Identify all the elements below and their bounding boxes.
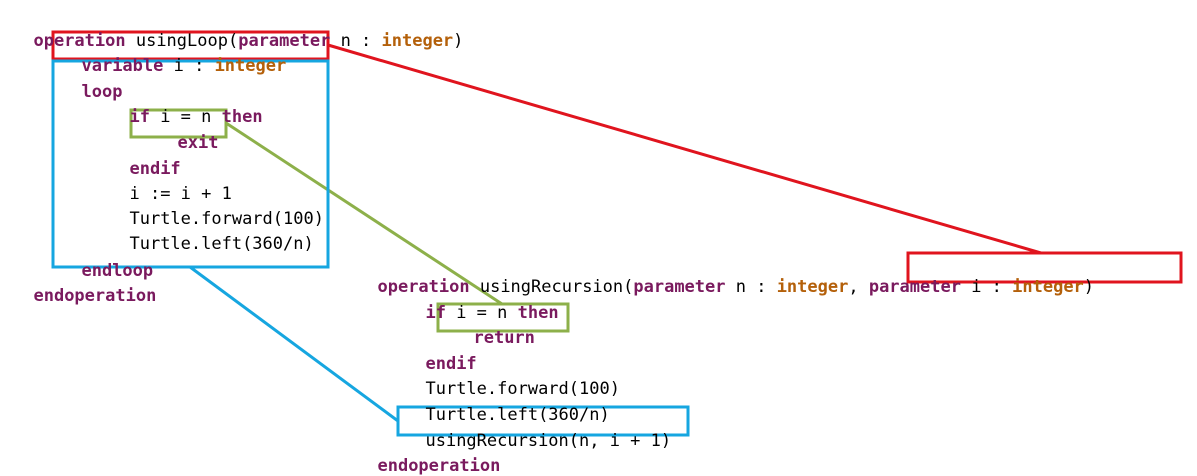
- keyword-then: then: [221, 107, 263, 127]
- keyword-endoperation: endoperation: [33, 286, 157, 306]
- type-integer: integer: [1012, 277, 1084, 297]
- variable-name: i :: [163, 56, 215, 76]
- loop-endoperation-line: endoperation: [13, 266, 156, 306]
- parameter-separator: ,: [848, 277, 869, 297]
- variable-to-parameter-connector: [327, 43, 1042, 255]
- keyword-return: return: [473, 328, 535, 348]
- type-integer: integer: [776, 277, 849, 297]
- closing-paren: ): [453, 31, 464, 51]
- type-integer: integer: [381, 31, 454, 51]
- recursion-endoperation-line: endoperation: [357, 436, 500, 476]
- type-integer: integer: [214, 56, 287, 76]
- keyword-parameter: parameter: [633, 277, 726, 297]
- turtle-left-statement: Turtle.left(360/n): [129, 234, 314, 254]
- keyword-exit: exit: [177, 133, 219, 153]
- keyword-if: if: [425, 303, 446, 323]
- keyword-parameter: parameter: [868, 277, 961, 297]
- keyword-if: if: [129, 107, 150, 127]
- keyword-endoperation: endoperation: [377, 456, 501, 476]
- parameter-n-name: n :: [725, 277, 777, 297]
- parameter-i-name: i :: [960, 277, 1013, 297]
- closing-paren: ): [1083, 277, 1095, 297]
- parameter-name: n :: [330, 31, 382, 51]
